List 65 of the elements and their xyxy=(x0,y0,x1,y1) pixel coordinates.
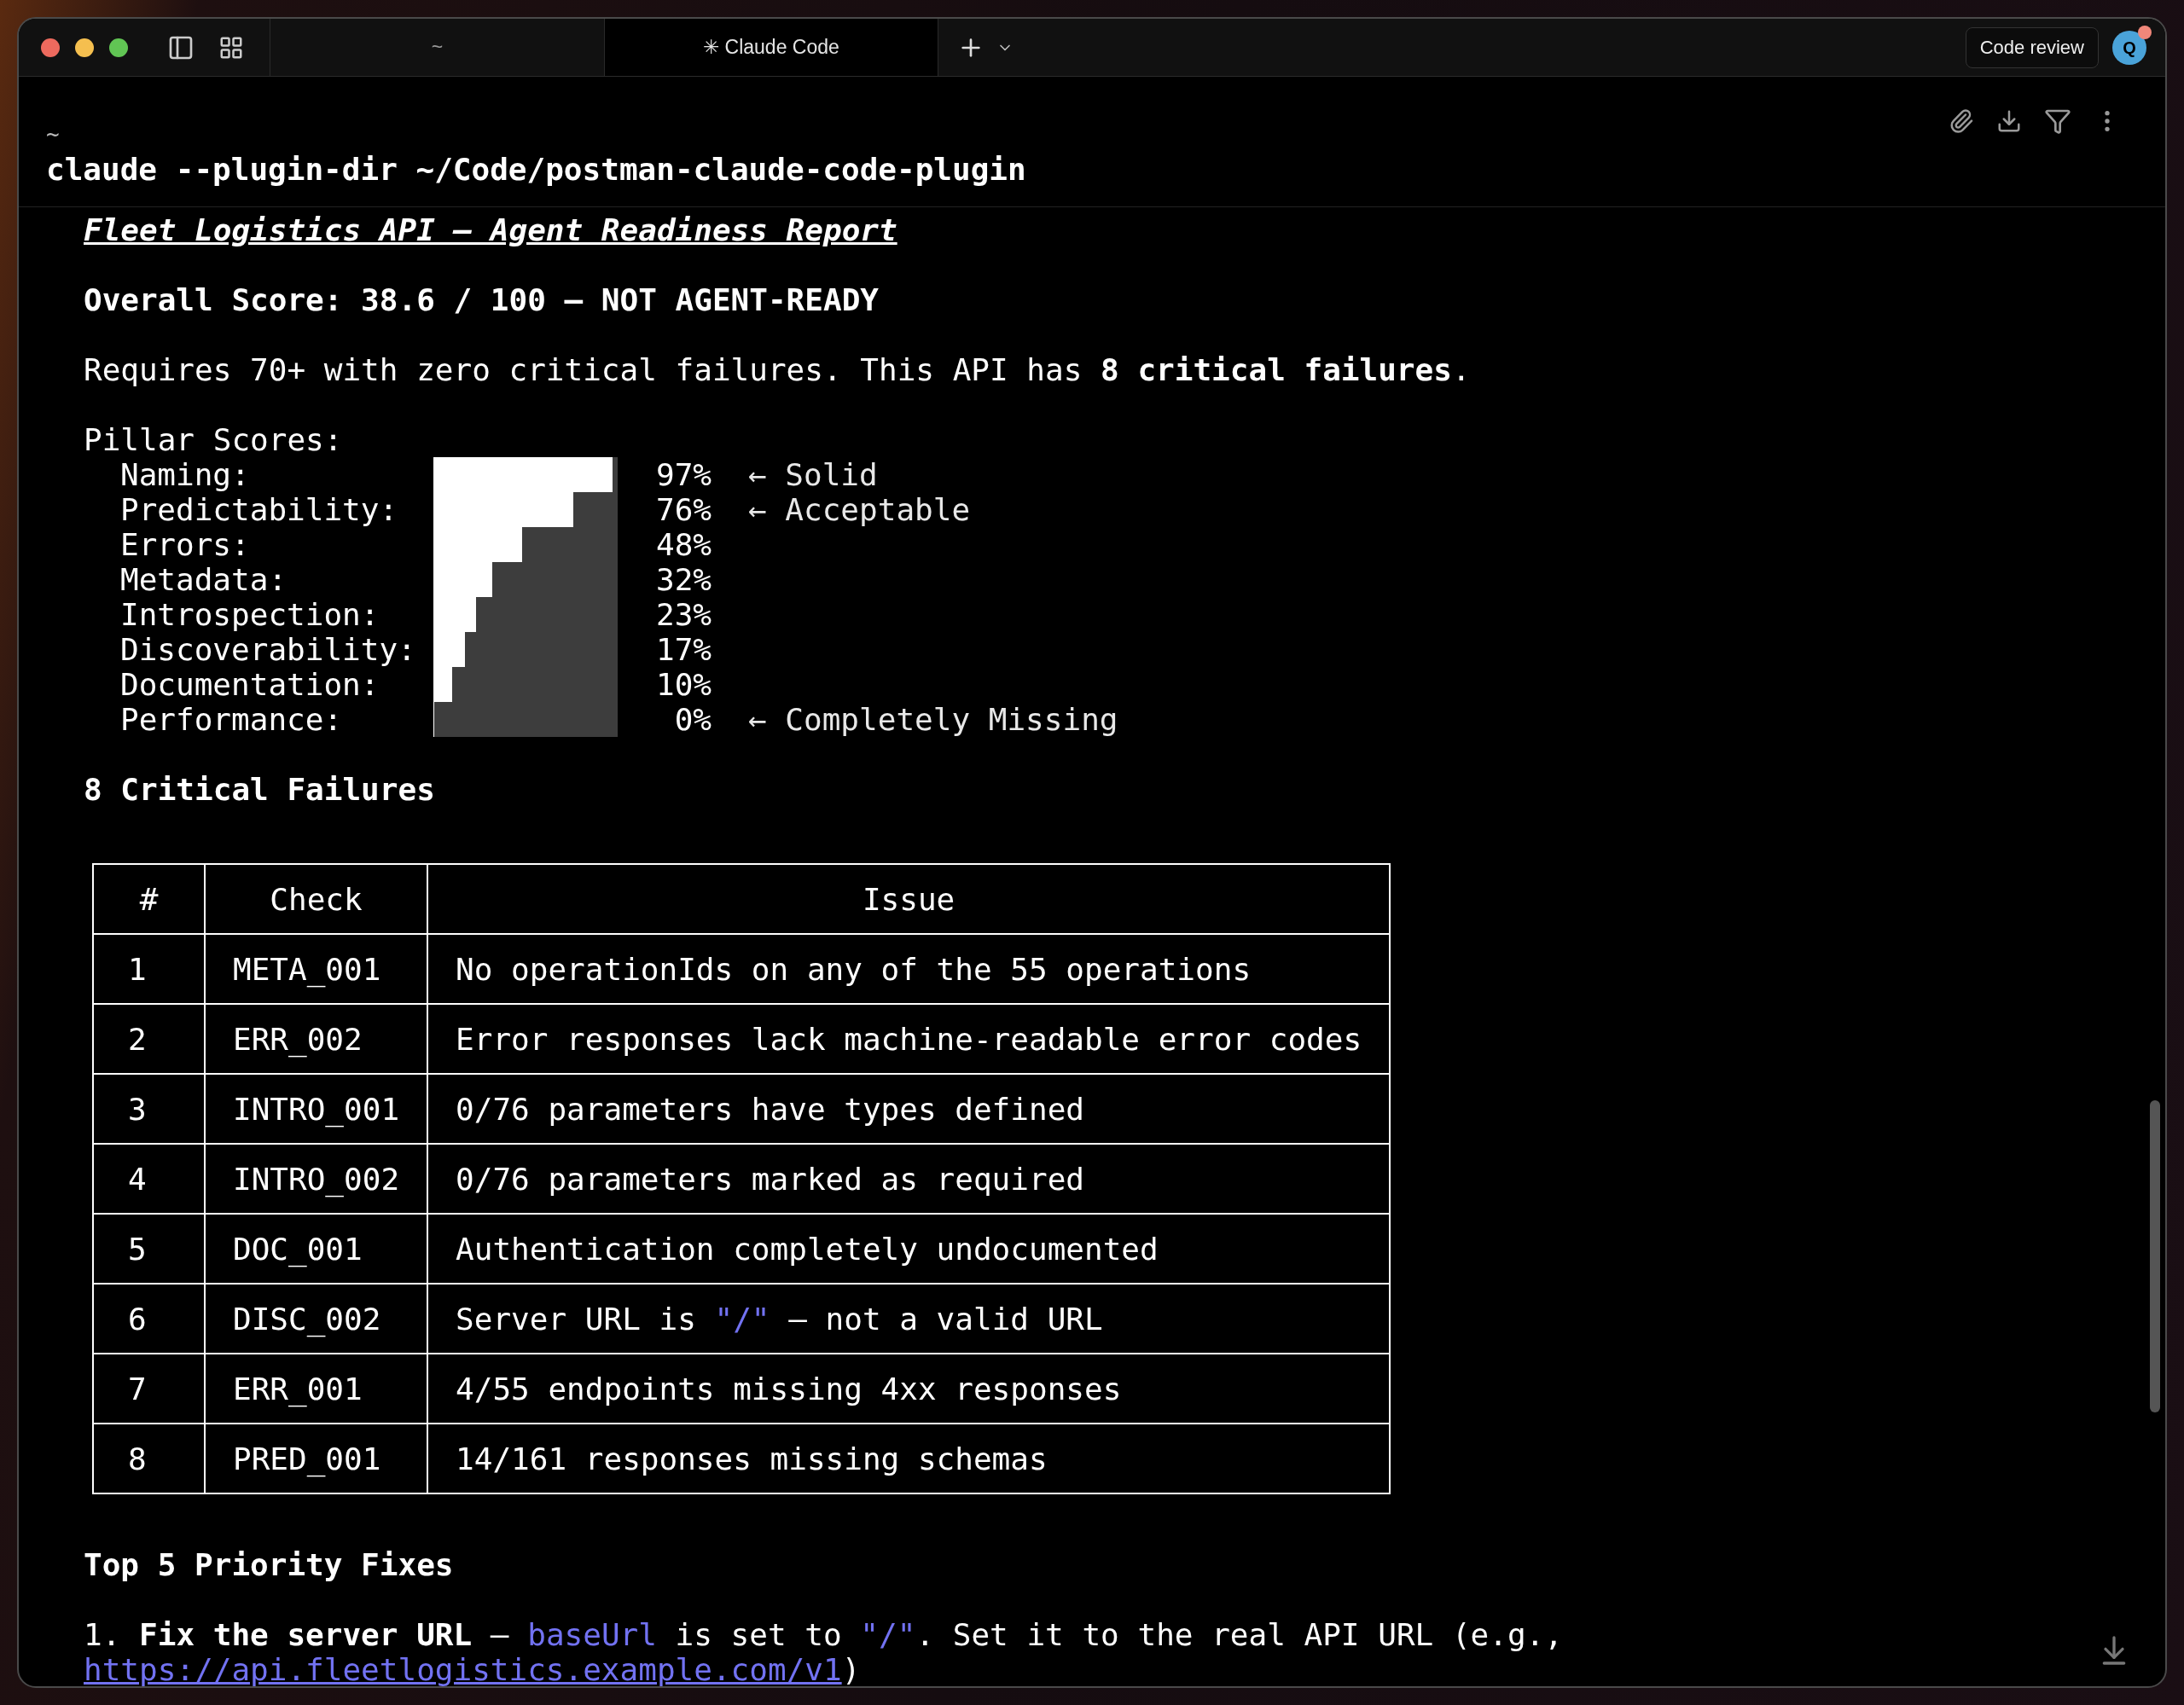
table-cell: 6 xyxy=(93,1284,205,1354)
table-cell: 1 xyxy=(93,934,205,1004)
filter-icon[interactable] xyxy=(2044,107,2071,135)
pillar-note: ← Solid xyxy=(748,457,878,492)
prompt-directory: ~ xyxy=(46,120,60,148)
table-cell: DISC_002 xyxy=(205,1284,428,1354)
pillar-label: Naming: xyxy=(119,457,251,492)
requirement-text: Requires 70+ with zero critical failures. This API has 8 critical failures. xyxy=(84,352,1471,387)
fix-item: 1. Fix the server URL — baseUrl is set to "/". Set it to the real API URL (e.g., https://api.fleetlogistics.example.com/v1) xyxy=(84,1617,1563,1686)
table-cell: Server URL is "/" — not a valid URL xyxy=(427,1284,1391,1354)
close-window-button[interactable] xyxy=(41,38,60,57)
table-cell: 3 xyxy=(93,1074,205,1144)
pillar-label: Performance: xyxy=(119,702,344,737)
tab[interactable]: ✳ Claude Code xyxy=(604,19,938,76)
pillar-percent: 17% xyxy=(655,632,712,667)
table-cell: PRED_001 xyxy=(205,1424,428,1493)
download-icon[interactable] xyxy=(1996,108,2022,134)
table-cell: ERR_001 xyxy=(205,1354,428,1424)
table-cell: META_001 xyxy=(205,934,428,1004)
pillar-percent: 23% xyxy=(655,597,712,632)
fixes-heading: Top 5 Priority Fixes xyxy=(84,1547,454,1582)
avatar[interactable]: Q xyxy=(2112,30,2146,65)
table-cell: 5 xyxy=(93,1214,205,1284)
pillar-percent: 76% xyxy=(655,492,712,527)
failures-heading: 8 Critical Failures xyxy=(84,772,435,807)
pillar-percent: 32% xyxy=(655,562,712,597)
table-cell: INTRO_002 xyxy=(205,1144,428,1214)
link[interactable]: https://api.fleetlogistics.example.com/v1 xyxy=(84,1652,842,1686)
overall-score: Overall Score: 38.6 / 100 — NOT AGENT-READY xyxy=(84,282,879,317)
pillar-percent: 97% xyxy=(655,457,712,492)
pillar-label: Metadata: xyxy=(119,562,288,597)
pillar-percent: 48% xyxy=(655,527,712,562)
column-header: Issue xyxy=(427,864,1391,934)
code-review-button[interactable]: Code review xyxy=(1965,26,2099,68)
pillar-label: Discoverability: xyxy=(119,632,417,667)
table-cell: No operationIds on any of the 55 operations xyxy=(427,934,1391,1004)
pillar-label: Introspection: xyxy=(119,597,380,632)
table-cell: ERR_002 xyxy=(205,1004,428,1074)
pillar-heading: Pillar Scores: xyxy=(84,422,343,457)
pillar-label: Documentation: xyxy=(119,667,380,702)
table-cell: 2 xyxy=(93,1004,205,1074)
maximize-window-button[interactable] xyxy=(109,38,128,57)
paperclip-icon[interactable] xyxy=(1949,108,1974,134)
pillar-label: Predictability: xyxy=(119,492,399,527)
table-cell: 14/161 responses missing schemas xyxy=(427,1424,1391,1493)
pillar-note: ← Completely Missing xyxy=(748,702,1118,737)
table-cell: 8 xyxy=(93,1424,205,1493)
table-cell: Authentication completely undocumented xyxy=(427,1214,1391,1284)
table-cell: 4 xyxy=(93,1144,205,1214)
table-cell: 0/76 parameters have types defined xyxy=(427,1074,1391,1144)
table-cell: Error responses lack machine-readable error codes xyxy=(427,1004,1391,1074)
command-line: claude --plugin-dir ~/Code/postman-claude-code-plugin xyxy=(46,151,1026,188)
column-header: # xyxy=(93,864,205,934)
column-header: Check xyxy=(205,864,428,934)
pillar-percent: 10% xyxy=(655,667,712,702)
pillar-percent: 0% xyxy=(674,702,712,737)
report-title: Fleet Logistics API — Agent Readiness Report xyxy=(84,212,897,247)
table-cell: DOC_001 xyxy=(205,1214,428,1284)
table-cell: INTRO_001 xyxy=(205,1074,428,1144)
minimize-window-button[interactable] xyxy=(75,38,94,57)
table-cell: 7 xyxy=(93,1354,205,1424)
pillar-note: ← Acceptable xyxy=(748,492,971,527)
pillar-label: Errors: xyxy=(119,527,251,562)
table-cell: 0/76 parameters marked as required xyxy=(427,1144,1391,1214)
table-cell: 4/55 endpoints missing 4xx responses xyxy=(427,1354,1391,1424)
